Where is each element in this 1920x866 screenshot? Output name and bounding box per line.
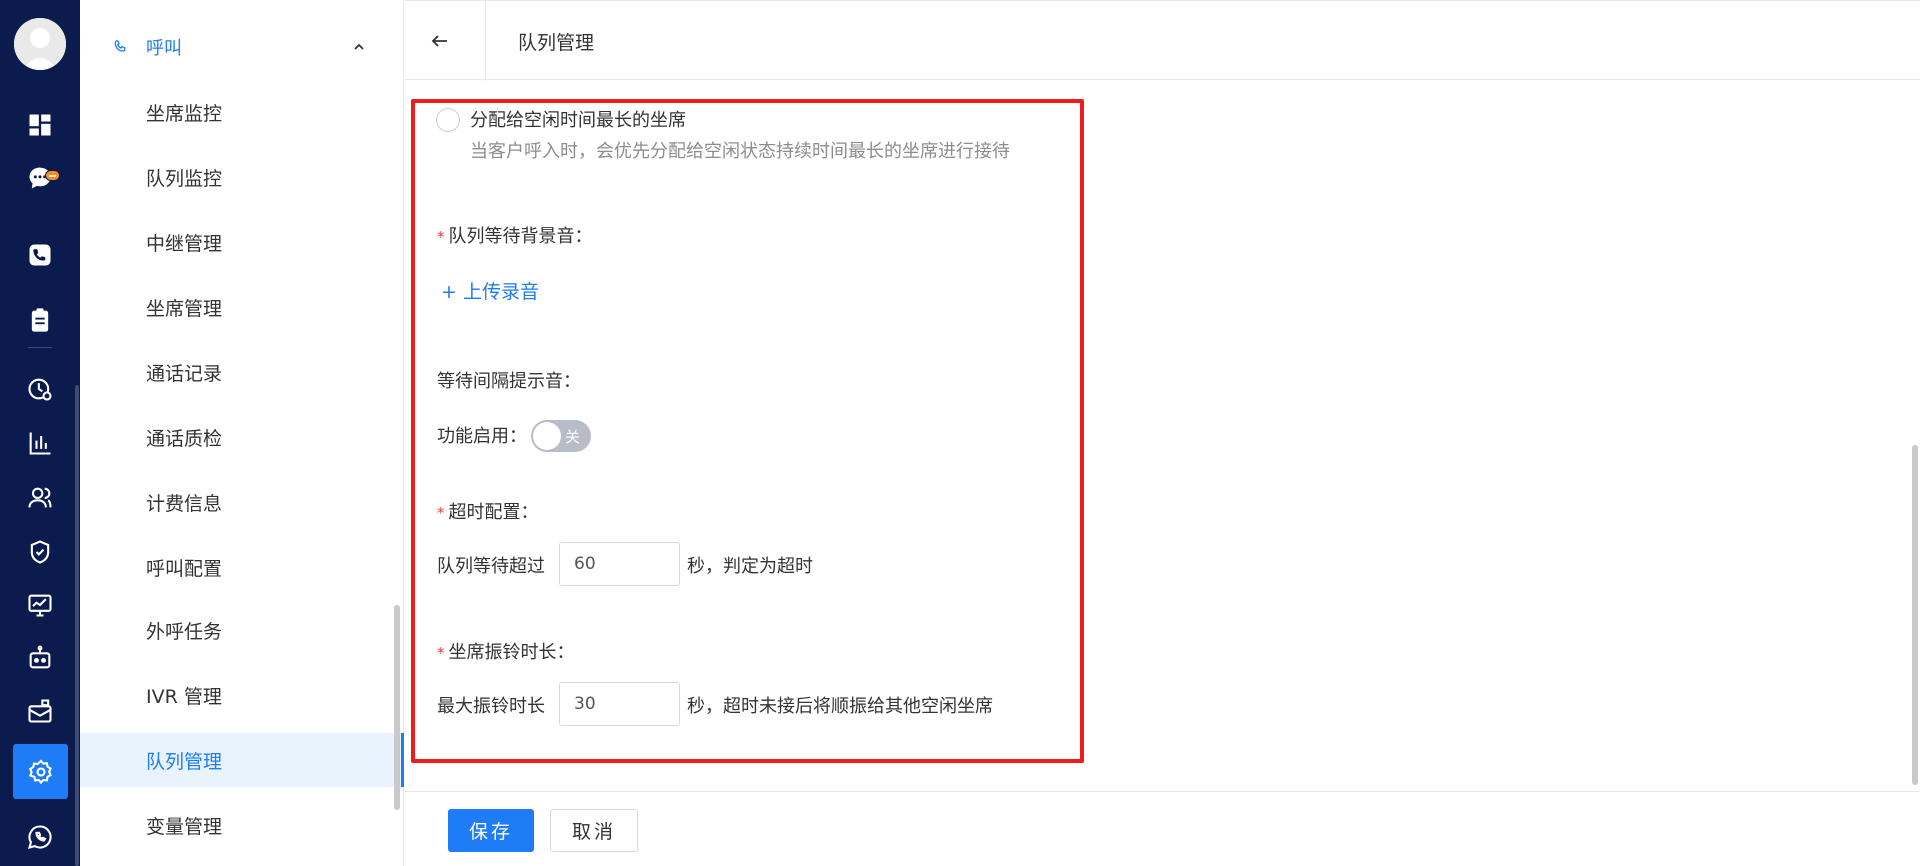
menu-item-trunk-management[interactable]: 中继管理 (80, 215, 404, 269)
chevron-up-icon (354, 43, 364, 50)
feature-toggle[interactable]: 关 (531, 420, 591, 452)
menu-group-label: 呼叫 (146, 38, 182, 59)
bg-music-label: * 队列等待背景音： (437, 226, 593, 247)
rail-scrollbar[interactable] (75, 385, 79, 866)
cancel-button[interactable]: 取消 (550, 809, 638, 852)
timeout-input[interactable]: 60 (559, 542, 680, 586)
menu-item-ivr-management[interactable]: IVR 管理 (80, 668, 404, 722)
clock-chart-icon[interactable] (20, 369, 60, 409)
dashboard-icon[interactable] (20, 105, 60, 145)
ring-prefix: 最大振铃时长 (437, 696, 545, 717)
ring-duration-input[interactable]: 30 (559, 682, 680, 726)
required-mark: * (437, 644, 445, 662)
menu-item-seat-monitor[interactable]: 坐席监控 (80, 85, 404, 139)
side-menu: 呼叫 坐席监控 队列监控 中继管理 坐席管理 通话记录 通话质检 计费信息 呼叫… (80, 0, 404, 866)
page-scrollbar[interactable] (1912, 445, 1918, 785)
menu-item-variable-management[interactable]: 变量管理 (80, 798, 404, 852)
robot-icon[interactable] (20, 638, 60, 678)
save-button[interactable]: 保存 (448, 809, 534, 852)
bar-chart-icon[interactable] (20, 423, 60, 463)
radio-longest-idle[interactable] (436, 108, 460, 132)
arrow-left-icon (431, 35, 447, 47)
clipboard-icon[interactable] (20, 300, 60, 340)
monitor-icon[interactable] (20, 585, 60, 625)
menu-item-outbound-task[interactable]: 外呼任务 (80, 603, 404, 657)
menu-item-call-quality[interactable]: 通话质检 (80, 410, 404, 464)
timeout-suffix: 秒，判定为超时 (687, 556, 813, 577)
shield-icon[interactable] (20, 532, 60, 572)
ring-suffix: 秒，超时未接后将顺振给其他空闲坐席 (687, 696, 993, 717)
menu-item-queue-management[interactable]: 队列管理 (80, 733, 404, 787)
phone-icon[interactable] (20, 235, 60, 275)
notification-badge (45, 170, 60, 181)
menu-item-call-records[interactable]: 通话记录 (80, 345, 404, 399)
avatar[interactable] (14, 18, 66, 70)
settings-icon[interactable] (13, 744, 68, 799)
ring-label: * 坐席振铃时长： (437, 642, 575, 663)
toggle-text: 关 (565, 428, 581, 446)
upload-recording-button[interactable]: + 上传录音 (441, 277, 539, 304)
page-header: 队列管理 (405, 0, 1920, 81)
header-divider (485, 1, 486, 81)
menu-item-queue-monitor[interactable]: 队列监控 (80, 150, 404, 204)
interval-tone-label: 等待间隔提示音： (437, 371, 581, 392)
toggle-knob (533, 422, 561, 450)
option-title[interactable]: 分配给空闲时间最长的坐席 (470, 106, 686, 132)
footer-divider (405, 791, 1920, 792)
icon-rail (0, 0, 80, 866)
rail-divider (28, 347, 52, 348)
form-content: 分配给空闲时间最长的坐席 当客户呼入时，会优先分配给空闲状态持续时间最长的坐席进… (405, 81, 1920, 791)
required-mark: * (437, 504, 445, 522)
option-description: 当客户呼入时，会优先分配给空闲状态持续时间最长的坐席进行接待 (470, 141, 1010, 162)
required-mark: * (437, 228, 445, 246)
users-icon[interactable] (20, 478, 60, 518)
back-button[interactable] (425, 26, 455, 56)
menu-group-call[interactable]: 呼叫 (80, 22, 404, 72)
menu-item-call-config[interactable]: 呼叫配置 (80, 540, 404, 594)
timeout-prefix: 队列等待超过 (437, 556, 545, 577)
menu-item-billing[interactable]: 计费信息 (80, 475, 404, 529)
whatsapp-icon[interactable] (20, 817, 60, 857)
feature-enable-label: 功能启用： (437, 426, 527, 447)
timeout-label: * 超时配置： (437, 502, 539, 523)
phone-icon (114, 40, 126, 52)
mailbox-icon[interactable] (20, 691, 60, 731)
page-title: 队列管理 (518, 32, 595, 54)
menu-item-seat-management[interactable]: 坐席管理 (80, 280, 404, 334)
menu-scrollbar[interactable] (394, 605, 400, 810)
